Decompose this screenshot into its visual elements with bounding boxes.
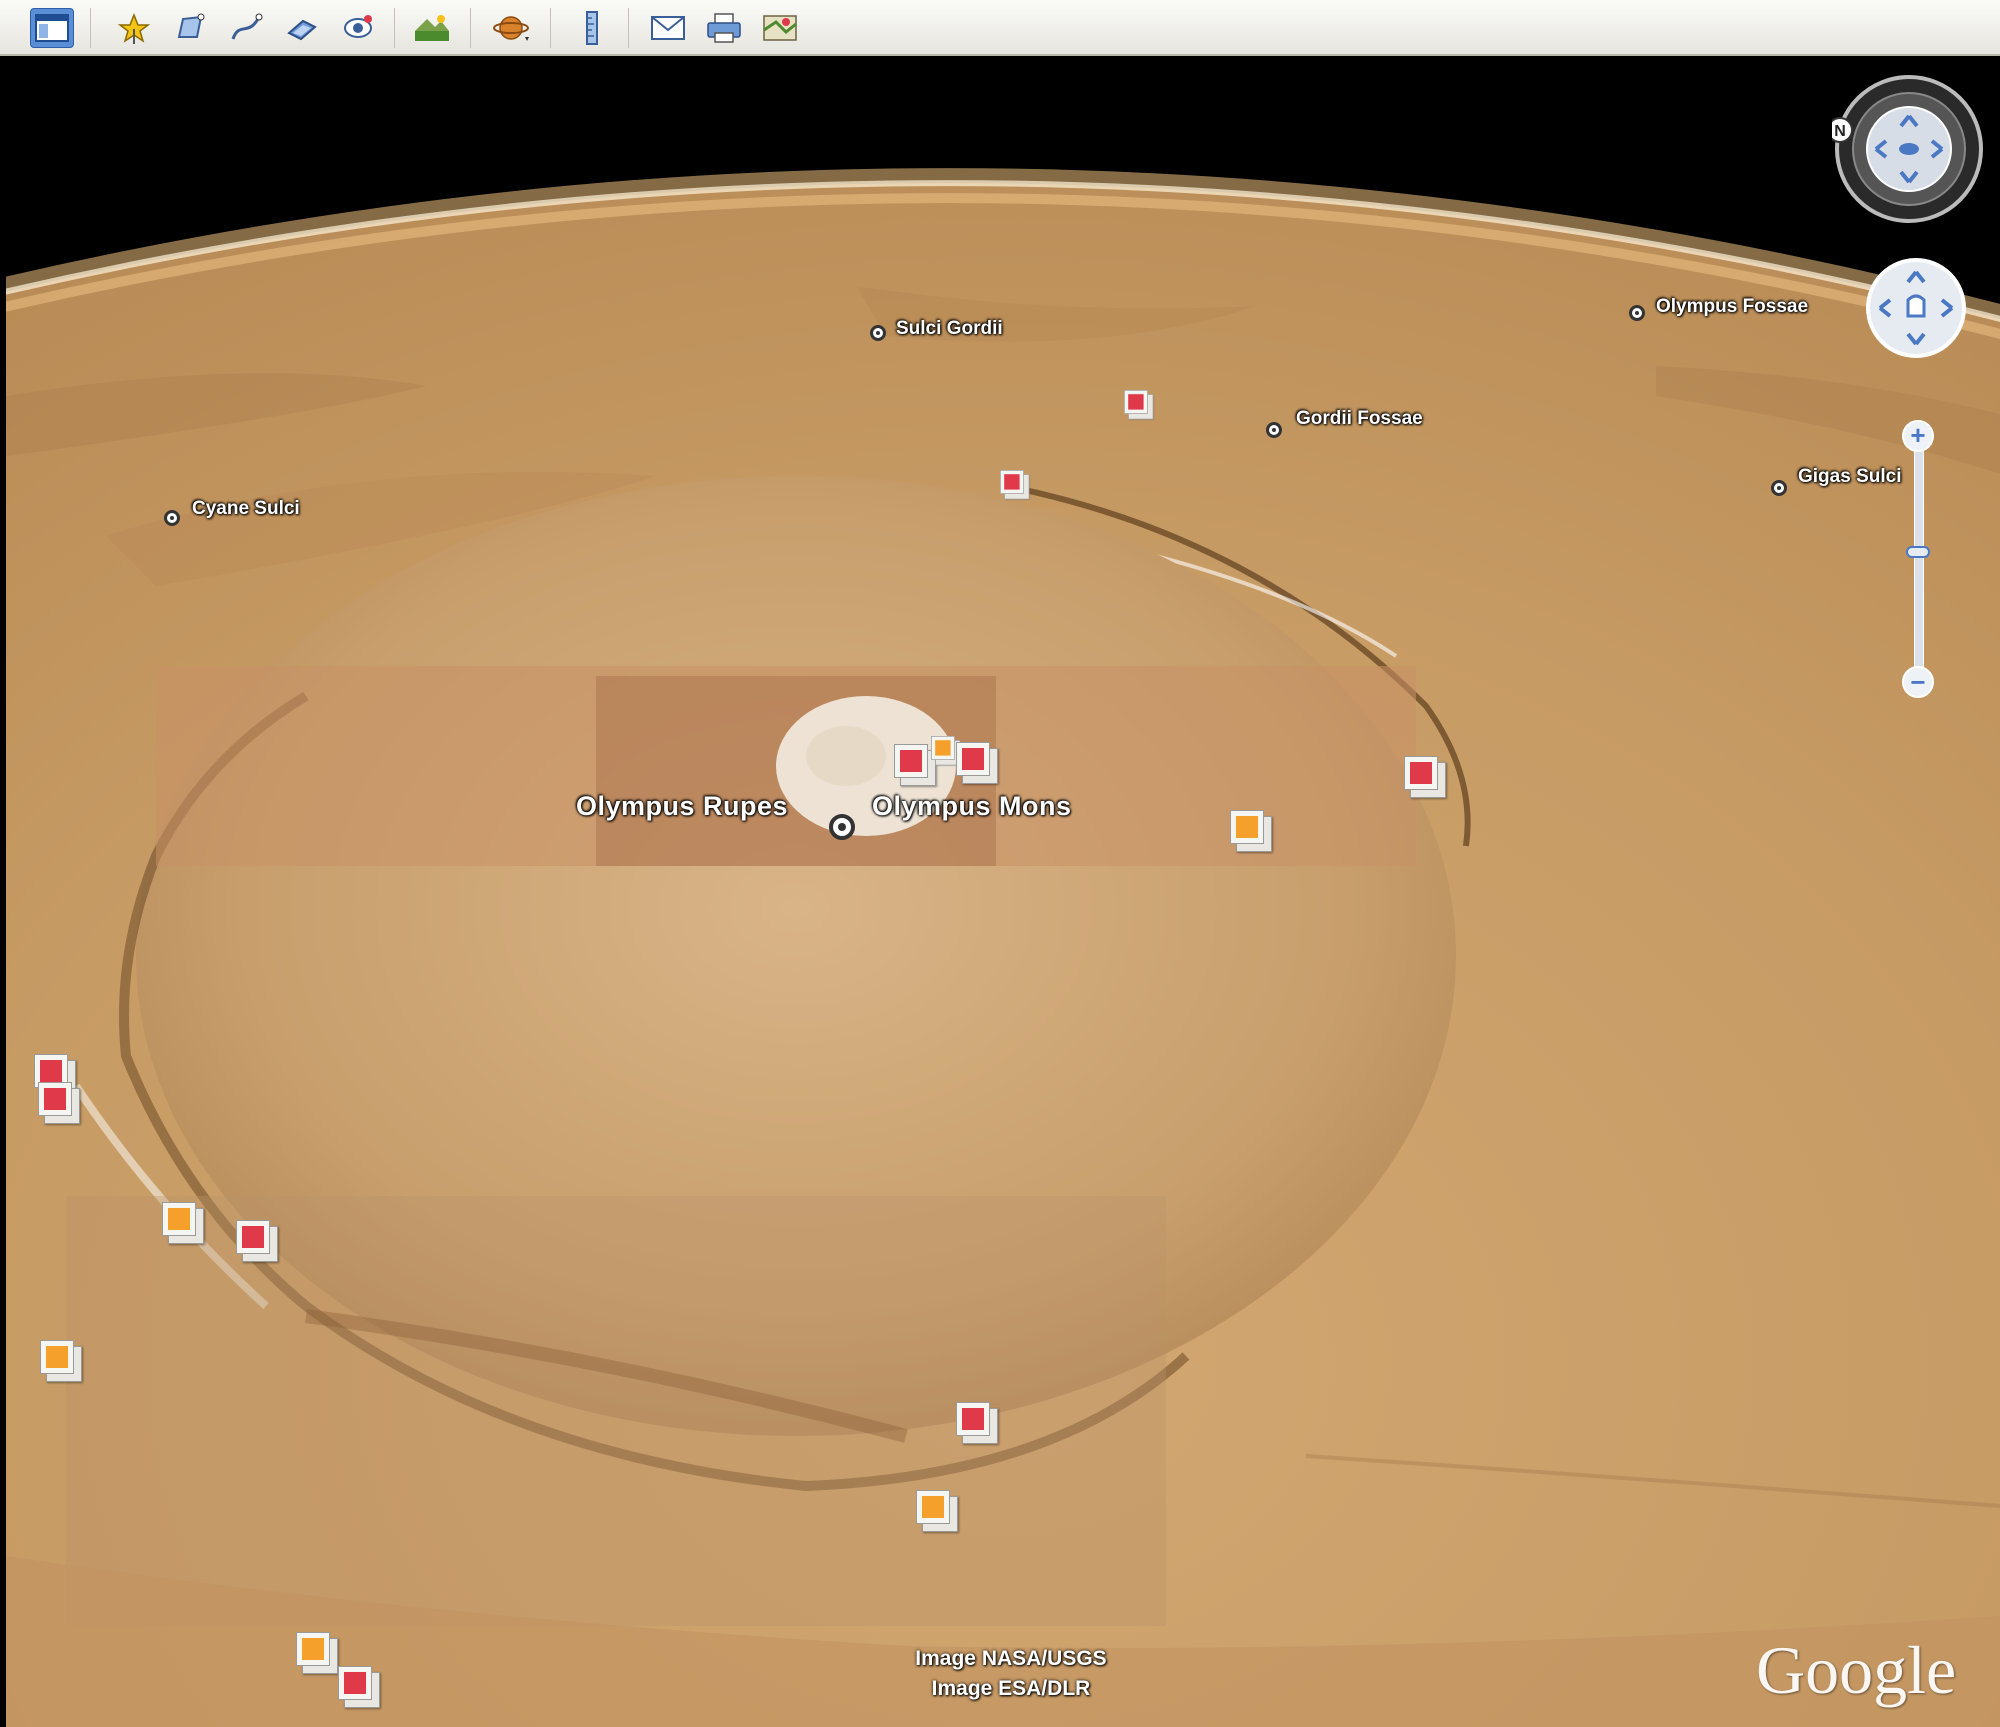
add-polygon-button[interactable]: [168, 8, 212, 48]
photo-marker[interactable]: [40, 1340, 82, 1382]
photo-marker[interactable]: [296, 1632, 338, 1674]
look-control[interactable]: N: [1832, 72, 1986, 226]
ruler-button[interactable]: [570, 8, 614, 48]
imagery-credits: Image NASA/USGS Image ESA/DLR: [866, 1644, 1156, 1704]
hand-icon: [1906, 294, 1926, 318]
label-olympus-rupes: Olympus Rupes: [576, 791, 789, 821]
zoom-track: [1914, 440, 1924, 682]
email-icon: [651, 16, 685, 40]
toolbar-separator: [470, 8, 471, 48]
zoom-thumb[interactable]: [1906, 546, 1930, 558]
label-gordii-fossae: Gordii Fossae: [1296, 408, 1423, 429]
toolbar: [0, 0, 2000, 56]
label-sulci-gordii: Sulci Gordii: [896, 318, 1003, 339]
photo-marker[interactable]: [1230, 810, 1272, 852]
photo-marker[interactable]: [38, 1082, 80, 1124]
toolbar-separator: [628, 8, 629, 48]
path-icon: [231, 13, 263, 40]
image-overlay-button[interactable]: [280, 8, 324, 48]
photo-marker[interactable]: [1404, 756, 1446, 798]
polygon-icon: [177, 13, 205, 38]
move-control[interactable]: [1864, 256, 1968, 360]
label-olympus-fossae: Olympus Fossae: [1656, 296, 1809, 317]
credit-line-1: Image NASA/USGS: [915, 1647, 1107, 1670]
zoom-in-button[interactable]: +: [1902, 420, 1934, 452]
poi-olympus-fossae[interactable]: [1629, 305, 1645, 321]
photo-marker[interactable]: [1000, 470, 1030, 500]
google-logo: Google: [1756, 1632, 1957, 1708]
record-tour-icon: [344, 15, 372, 38]
photo-marker[interactable]: [338, 1666, 380, 1708]
label-gigas-sulci: Gigas Sulci: [1798, 466, 1902, 487]
historical-imagery-icon: [415, 15, 449, 41]
maps-icon: [763, 15, 797, 41]
print-button[interactable]: [702, 8, 746, 48]
sidebar-icon: [35, 14, 69, 42]
historical-imagery-button[interactable]: [410, 8, 454, 48]
zoom-slider[interactable]: + −: [1902, 420, 1934, 700]
photo-marker[interactable]: [931, 736, 961, 766]
zoom-out-button[interactable]: −: [1902, 666, 1934, 698]
label-cyane-sulci: Cyane Sulci: [192, 498, 300, 519]
toolbar-separator: [550, 8, 551, 48]
add-path-button[interactable]: [224, 8, 268, 48]
photo-marker[interactable]: [236, 1220, 278, 1262]
sidebar-button[interactable]: [30, 8, 74, 48]
email-button[interactable]: [646, 8, 690, 48]
poi-olympus-mons[interactable]: [829, 814, 855, 840]
photo-marker[interactable]: [1124, 390, 1154, 420]
placemark-icon: [117, 12, 151, 44]
label-olympus-mons: Olympus Mons: [872, 791, 1072, 821]
print-icon: [707, 13, 741, 43]
add-placemark-button[interactable]: [112, 8, 156, 48]
north-indicator: N: [1834, 123, 1846, 140]
poi-sulci-gordii[interactable]: [870, 325, 886, 341]
photo-marker[interactable]: [162, 1202, 204, 1244]
record-tour-button[interactable]: [336, 8, 380, 48]
map-viewport[interactable]: Sulci Gordii Olympus Fossae Gordii Fossa…: [6, 56, 2000, 1727]
photo-marker[interactable]: [956, 742, 998, 784]
photo-marker[interactable]: [894, 744, 936, 786]
ruler-icon: [586, 11, 598, 45]
poi-gigas-sulci[interactable]: [1771, 480, 1787, 496]
toolbar-separator: [394, 8, 395, 48]
planet-icon: [493, 16, 529, 41]
credit-line-2: Image ESA/DLR: [931, 1677, 1091, 1700]
photo-marker[interactable]: [956, 1402, 998, 1444]
photo-marker[interactable]: [916, 1490, 958, 1532]
poi-cyane-sulci[interactable]: [164, 510, 180, 526]
eye-icon: [1899, 143, 1919, 155]
image-overlay-icon: [287, 19, 317, 41]
toolbar-separator: [90, 8, 91, 48]
poi-gordii-fossae[interactable]: [1266, 422, 1282, 438]
view-in-maps-button[interactable]: [758, 8, 802, 48]
planet-switch-button[interactable]: [490, 8, 534, 48]
